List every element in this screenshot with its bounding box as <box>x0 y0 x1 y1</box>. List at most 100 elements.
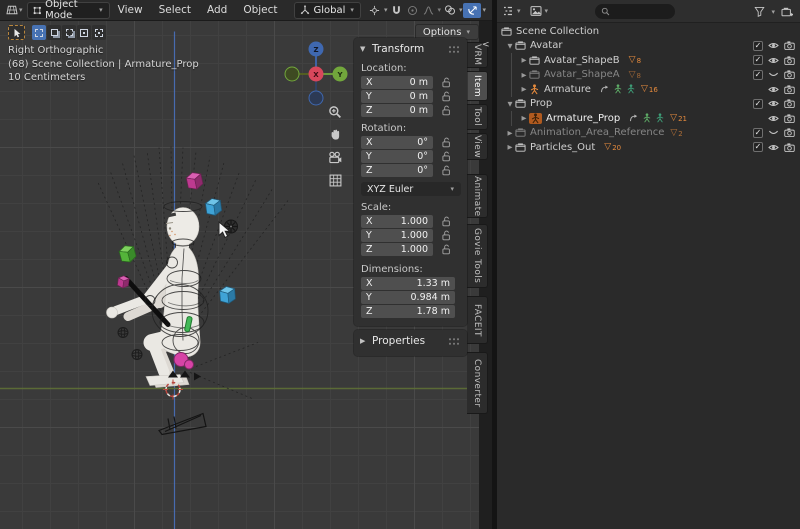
region-collapse-arrow[interactable]: < <box>482 40 490 50</box>
scale-x-field[interactable]: X1.000 <box>361 215 433 228</box>
pivot-point-icon[interactable] <box>367 2 383 18</box>
disclosure-closed-icon[interactable]: ▶ <box>505 129 515 137</box>
row-armature[interactable]: ▶ Armature ▽16 <box>497 82 800 97</box>
overlays-chevron[interactable]: ▾ <box>459 6 463 14</box>
menu-add[interactable]: Add <box>199 4 235 16</box>
properties-panel-header[interactable]: ▶ Properties <box>354 333 467 349</box>
camera-visibility-icon[interactable] <box>784 84 795 95</box>
menu-select[interactable]: Select <box>151 4 199 16</box>
eye-closed-icon[interactable] <box>768 69 779 80</box>
camera-visibility-icon[interactable] <box>784 69 795 80</box>
dimensions-z-field[interactable]: Z1.78 m <box>361 305 455 318</box>
display-mode-chevron[interactable]: ▾ <box>545 7 549 15</box>
row-animation-area-reference[interactable]: ▶ Animation_Area_Reference ▽2 ✓ <box>497 126 800 141</box>
disclosure-closed-icon[interactable]: ▶ <box>519 71 529 79</box>
active-tool-tweak[interactable] <box>8 25 25 40</box>
camera-visibility-icon[interactable] <box>784 98 795 109</box>
disclosure-open-icon[interactable]: ▼ <box>505 42 515 50</box>
dimensions-y-field[interactable]: Y0.984 m <box>361 291 455 304</box>
orientation-dropdown[interactable]: Global ▾ <box>294 2 361 19</box>
row-scene-collection[interactable]: Scene Collection <box>497 24 800 39</box>
rotation-y-field[interactable]: Y0° <box>361 150 433 163</box>
gizmos-chevron[interactable]: ▾ <box>482 6 486 14</box>
checkbox-checked[interactable]: ✓ <box>753 142 763 152</box>
row-avatar-shapea[interactable]: ▶ Avatar_ShapeA ▽8 ✓ <box>497 68 800 83</box>
snap-magnet-icon[interactable] <box>388 2 404 18</box>
falloff-icon[interactable] <box>420 2 436 18</box>
tab-animate[interactable]: Animate <box>467 174 488 218</box>
editor-type-icon[interactable] <box>5 2 18 18</box>
camera-visibility-icon[interactable] <box>784 113 795 124</box>
eye-open-icon[interactable] <box>768 55 779 66</box>
new-collection-icon[interactable] <box>779 4 795 20</box>
overlays-icon[interactable] <box>442 2 458 18</box>
camera-visibility-icon[interactable] <box>784 127 795 138</box>
rotation-mode-dropdown[interactable]: XYZ Euler▾ <box>361 182 461 196</box>
eye-open-icon[interactable] <box>768 84 779 95</box>
eye-open-icon[interactable] <box>768 40 779 51</box>
row-avatar-shapeb[interactable]: ▶ Avatar_ShapeB ▽8 ✓ <box>497 53 800 68</box>
disclosure-closed-icon[interactable]: ▶ <box>519 114 529 122</box>
lock-open-icon[interactable] <box>442 216 451 227</box>
outliner-search-input[interactable] <box>595 4 675 19</box>
menu-view[interactable]: View <box>110 4 151 16</box>
filter-icon[interactable] <box>751 4 767 20</box>
zoom-tool-icon[interactable] <box>326 104 344 119</box>
scale-z-field[interactable]: Z1.000 <box>361 243 433 256</box>
eye-open-icon[interactable] <box>768 142 779 153</box>
location-x-field[interactable]: X0 m <box>361 76 433 89</box>
camera-visibility-icon[interactable] <box>784 142 795 153</box>
proportional-edit-icon[interactable] <box>404 2 420 18</box>
transform-panel-header[interactable]: ▼ Transform <box>354 41 467 57</box>
checkbox-checked[interactable]: ✓ <box>753 55 763 65</box>
camera-view-icon[interactable] <box>326 150 344 165</box>
lock-open-icon[interactable] <box>442 91 451 102</box>
disclosure-closed-icon[interactable]: ▶ <box>519 85 529 93</box>
lock-open-icon[interactable] <box>442 165 451 176</box>
eye-open-icon[interactable] <box>768 98 779 109</box>
navigation-gizmo[interactable]: Z Y X <box>283 36 353 106</box>
toggle-view-grid-icon[interactable] <box>326 173 344 188</box>
scale-y-field[interactable]: Y1.000 <box>361 229 433 242</box>
lock-open-icon[interactable] <box>442 230 451 241</box>
dimensions-x-field[interactable]: X1.33 m <box>361 277 455 290</box>
lock-open-icon[interactable] <box>442 244 451 255</box>
checkbox-checked[interactable]: ✓ <box>753 128 763 138</box>
outliner-editor-type-icon[interactable] <box>500 3 516 19</box>
menu-object[interactable]: Object <box>235 4 285 16</box>
pan-hand-icon[interactable] <box>326 127 344 142</box>
select-mode-extend[interactable] <box>47 25 61 40</box>
row-prop[interactable]: ▼ Prop ✓ <box>497 97 800 112</box>
camera-visibility-icon[interactable] <box>784 40 795 51</box>
disclosure-closed-icon[interactable]: ▶ <box>505 143 515 151</box>
tab-tool[interactable]: Tool <box>467 104 488 130</box>
tab-view[interactable]: View <box>467 133 488 160</box>
display-mode-icon[interactable] <box>528 3 544 19</box>
checkbox-checked[interactable]: ✓ <box>753 99 763 109</box>
select-mode-invert[interactable] <box>77 25 91 40</box>
disclosure-closed-icon[interactable]: ▶ <box>519 56 529 64</box>
eye-open-icon[interactable] <box>768 113 779 124</box>
lock-open-icon[interactable] <box>442 105 451 116</box>
checkbox-checked[interactable]: ✓ <box>753 41 763 51</box>
disclosure-open-icon[interactable]: ▼ <box>505 100 515 108</box>
editor-type-chevron[interactable]: ▾ <box>19 6 23 14</box>
camera-visibility-icon[interactable] <box>784 55 795 66</box>
mode-dropdown[interactable]: Object Mode ▾ <box>27 2 110 19</box>
row-armature-prop[interactable]: ▶ Armature_Prop ▽21 <box>497 111 800 126</box>
select-mode-subtract[interactable] <box>62 25 76 40</box>
rotation-x-field[interactable]: X0° <box>361 136 433 149</box>
lock-open-icon[interactable] <box>442 151 451 162</box>
outliner-type-chevron[interactable]: ▾ <box>517 7 521 15</box>
tab-converter[interactable]: Converter <box>467 352 488 414</box>
panel-grip[interactable] <box>448 337 461 346</box>
select-mode-new[interactable] <box>32 25 46 40</box>
location-y-field[interactable]: Y0 m <box>361 90 433 103</box>
filter-chevron[interactable]: ▾ <box>771 8 775 16</box>
falloff-chevron[interactable]: ▾ <box>437 6 441 14</box>
pivot-chevron[interactable]: ▾ <box>384 6 388 14</box>
lock-open-icon[interactable] <box>442 137 451 148</box>
tab-item[interactable]: Item <box>467 71 488 101</box>
checkbox-checked[interactable]: ✓ <box>753 70 763 80</box>
rotation-z-field[interactable]: Z0° <box>361 164 433 177</box>
